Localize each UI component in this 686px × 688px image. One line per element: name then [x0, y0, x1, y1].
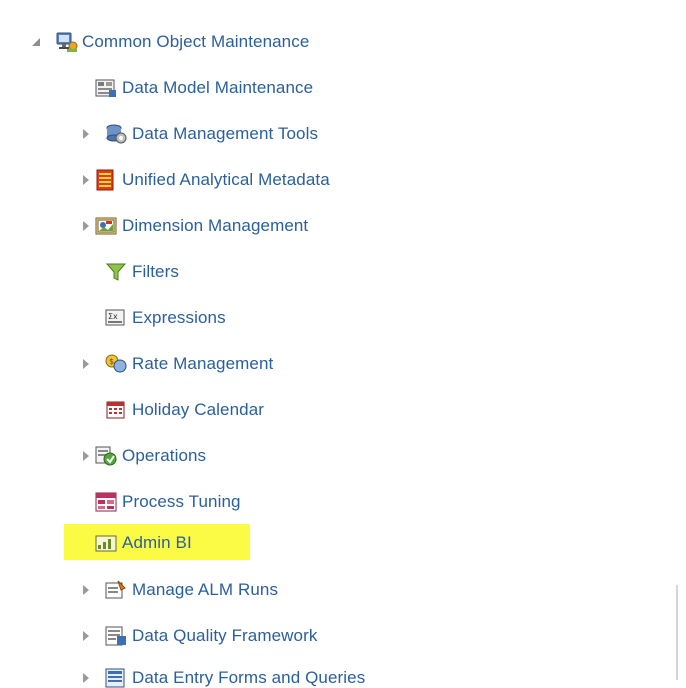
data-entry-forms-icon [104, 667, 128, 688]
tree-node-label: Rate Management [132, 354, 274, 373]
expand-icon[interactable] [80, 220, 92, 232]
rate-management-icon: $ [104, 353, 128, 375]
tree-node-label: Admin BI [122, 533, 192, 552]
expand-icon[interactable] [80, 630, 92, 642]
tree-node-expressions[interactable]: Σx Expressions [104, 301, 226, 335]
tree-node-label: Manage ALM Runs [132, 580, 279, 599]
expand-icon[interactable] [80, 450, 92, 462]
navigation-tree: Common Object Maintenance Data Model Mai… [0, 0, 686, 688]
filter-icon [104, 261, 128, 283]
expand-icon[interactable] [80, 358, 92, 370]
tree-node-holiday-calendar[interactable]: Holiday Calendar [104, 393, 264, 427]
tree-node-data-model-maintenance[interactable]: Data Model Maintenance [94, 71, 313, 105]
tree-node-label: Holiday Calendar [132, 400, 265, 419]
expand-icon[interactable] [80, 672, 92, 684]
expressions-icon: Σx [104, 307, 128, 329]
data-management-tools-icon [104, 123, 128, 145]
tree-node-process-tuning[interactable]: Process Tuning [94, 485, 241, 519]
tree-node-label: Data Entry Forms and Queries [132, 668, 366, 687]
collapse-icon[interactable] [30, 36, 42, 48]
tree-node-data-entry-forms-and-queries[interactable]: Data Entry Forms and Queries [104, 661, 365, 688]
svg-text:Σx: Σx [108, 312, 118, 321]
tree-node-label: Expressions [132, 308, 226, 327]
tree-node-label: Filters [132, 262, 179, 281]
dimension-management-icon [94, 215, 118, 237]
tree-node-label: Process Tuning [122, 492, 241, 511]
expand-icon[interactable] [80, 584, 92, 596]
tree-node-label: Data Model Maintenance [122, 78, 314, 97]
tree-node-label: Common Object Maintenance [82, 32, 310, 51]
tree-node-data-quality-framework[interactable]: Data Quality Framework [104, 619, 317, 653]
manage-runs-icon [104, 579, 128, 601]
metadata-icon [94, 169, 118, 191]
admin-bi-icon [94, 532, 118, 554]
tree-node-admin-bi[interactable]: Admin BI [94, 526, 192, 560]
tree-node-filters[interactable]: Filters [104, 255, 179, 289]
svg-text:$: $ [109, 357, 114, 366]
operations-icon [94, 445, 118, 467]
data-quality-icon [104, 625, 128, 647]
tree-node-label: Dimension Management [122, 216, 309, 235]
tree-node-dimension-management[interactable]: Dimension Management [94, 209, 308, 243]
network-computer-icon [54, 31, 78, 53]
tree-node-unified-analytical-metadata[interactable]: Unified Analytical Metadata [94, 163, 330, 197]
tree-node-manage-alm-runs[interactable]: Manage ALM Runs [104, 573, 278, 607]
tree-node-data-management-tools[interactable]: Data Management Tools [104, 117, 318, 151]
scrollbar[interactable] [676, 585, 678, 680]
tree-node-label: Data Management Tools [132, 124, 319, 143]
process-tuning-icon [94, 491, 118, 513]
tree-node-common-object-maintenance[interactable]: Common Object Maintenance [54, 25, 309, 59]
tree-node-rate-management[interactable]: $ Rate Management [104, 347, 273, 381]
tree-node-label: Unified Analytical Metadata [122, 170, 330, 189]
data-model-icon [94, 77, 118, 99]
expand-icon[interactable] [80, 128, 92, 140]
expand-icon[interactable] [80, 174, 92, 186]
tree-node-label: Data Quality Framework [132, 626, 318, 645]
tree-node-operations[interactable]: Operations [94, 439, 206, 473]
calendar-icon [104, 399, 128, 421]
tree-node-label: Operations [122, 446, 207, 465]
